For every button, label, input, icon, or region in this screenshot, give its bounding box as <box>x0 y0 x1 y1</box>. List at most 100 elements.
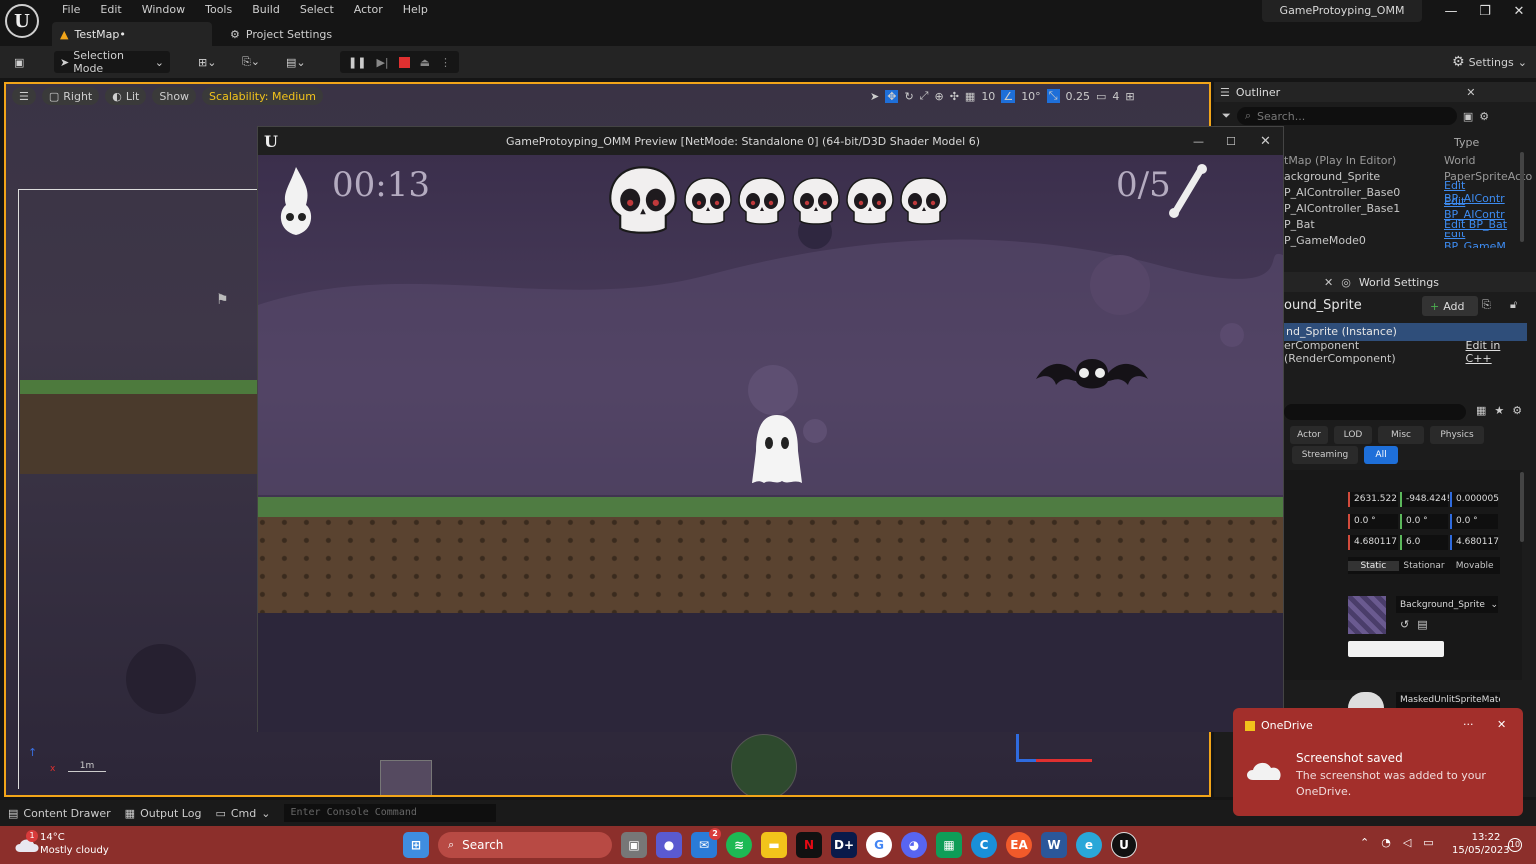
component-row[interactable]: erComponent (RenderComponent) Edit in C+… <box>1284 339 1527 365</box>
rotation-snap-icon[interactable]: ∠ <box>1001 89 1016 103</box>
rotation-z-field[interactable]: 0.0 ° <box>1450 514 1498 529</box>
camera-speed-value[interactable]: 4 <box>1112 90 1119 103</box>
tab-testmap[interactable]: ▲ TestMap• <box>52 22 212 46</box>
add-component-button[interactable]: + Add <box>1422 296 1478 316</box>
menu-window[interactable]: Window <box>132 2 195 18</box>
star-icon[interactable]: ★ <box>1494 404 1504 417</box>
scale-snap-icon[interactable]: ⤡ <box>1046 89 1060 103</box>
notification-count-badge[interactable]: 10 <box>1508 838 1522 852</box>
rotation-y-field[interactable]: 0.0 ° <box>1400 514 1448 529</box>
layout-icon[interactable]: ⊞ <box>1125 90 1134 103</box>
transform-gizmo-icon[interactable] <box>1016 734 1036 762</box>
word-icon[interactable]: W <box>1041 832 1067 858</box>
unreal-logo-icon[interactable]: U <box>5 4 39 38</box>
grid-snap-value[interactable]: 10 <box>981 90 995 103</box>
netflix-icon[interactable]: N <box>796 832 822 858</box>
restore-icon[interactable]: ❐ <box>1468 0 1502 24</box>
filter-actor[interactable]: Actor <box>1290 426 1328 444</box>
close-icon[interactable]: ✕ <box>1324 276 1333 289</box>
select-tool-icon[interactable]: ➤ <box>870 90 879 103</box>
taskbar-search[interactable]: ⌕ Search <box>438 832 612 858</box>
location-x-field[interactable]: 2631.522 <box>1348 492 1398 507</box>
settings-button[interactable]: ⚙ Settings ⌄ <box>1446 51 1533 73</box>
rotate-tool-icon[interactable]: ↻ <box>904 90 913 103</box>
world-icon[interactable]: ⊕ <box>934 90 943 103</box>
surface-snap-icon[interactable]: ✣ <box>950 90 959 103</box>
minimize-icon[interactable]: — <box>1193 135 1204 148</box>
console-input[interactable]: Enter Console Command <box>284 804 497 822</box>
mobility-static[interactable]: Static <box>1348 560 1399 571</box>
row-type-link[interactable]: Edit BP_GameM <box>1444 232 1524 248</box>
x-axis-arrow[interactable] <box>1036 759 1092 762</box>
cmd-dropdown[interactable]: ▭ Cmd ⌄ <box>215 807 270 820</box>
menu-build[interactable]: Build <box>242 2 290 18</box>
mail-icon[interactable]: ✉ 2 <box>691 828 721 858</box>
row-type-link[interactable]: Edit BP_Bat <box>1444 218 1524 231</box>
player-start-icon[interactable]: ⚑ <box>216 292 229 308</box>
filter-lod[interactable]: LOD <box>1334 426 1372 444</box>
teams-icon[interactable]: ● <box>656 832 682 858</box>
viewport-menu-icon[interactable]: ☰ <box>12 87 36 105</box>
rotation-snap-value[interactable]: 10° <box>1021 90 1041 103</box>
grid-snap-icon[interactable]: ▦ <box>965 90 975 103</box>
game-preview-window[interactable]: U GameProtoyping_OMM Preview [NetMode: S… <box>257 126 1284 732</box>
scale-x-field[interactable]: 4.680117 <box>1348 535 1398 550</box>
blueprint-convert-icon[interactable]: ⎘ <box>1482 298 1491 312</box>
menu-edit[interactable]: Edit <box>90 2 131 18</box>
output-log-button[interactable]: ▦ Output Log <box>125 807 202 820</box>
browse-icon[interactable]: ▤ <box>1417 618 1427 631</box>
scale-tool-icon[interactable]: ⤢ <box>920 89 929 103</box>
chevron-up-icon[interactable]: ⌃ <box>1360 836 1369 849</box>
filter-misc[interactable]: Misc <box>1378 426 1424 444</box>
clock-date[interactable]: 15/05/2023 <box>1452 845 1510 856</box>
sprite-dropdown[interactable]: Background_Sprite ⌄ <box>1396 596 1498 613</box>
tab-project-settings[interactable]: ⚙ Project Settings <box>222 22 332 46</box>
menu-select[interactable]: Select <box>290 2 344 18</box>
grid-view-icon[interactable]: ▦ <box>1476 404 1486 417</box>
more-icon[interactable]: ··· <box>1463 718 1474 731</box>
content-drawer-button[interactable]: ▤ Content Drawer <box>8 807 111 820</box>
windows-start-icon[interactable]: ⊞ <box>403 832 429 858</box>
scalability-button[interactable]: Scalability: Medium <box>202 87 323 105</box>
bat-sprite-preview[interactable] <box>731 734 797 795</box>
cinematics-icon[interactable]: ▤⌄ <box>280 51 312 73</box>
folder-icon[interactable]: ▣ <box>1463 110 1473 123</box>
filter-icon[interactable]: ⏷ <box>1222 109 1231 123</box>
menu-actor[interactable]: Actor <box>344 2 393 18</box>
filter-all[interactable]: All <box>1364 446 1398 464</box>
mobility-stationary[interactable]: Stationar <box>1399 561 1450 571</box>
scale-z-field[interactable]: 4.680117 <box>1450 535 1499 550</box>
weather-temp[interactable]: 14°C <box>40 832 65 843</box>
save-icon[interactable]: ▣ <box>8 51 30 73</box>
camera-speed-icon[interactable]: ▭ <box>1096 90 1106 103</box>
discord-icon[interactable]: ◕ <box>901 832 927 858</box>
tab-world-settings[interactable]: World Settings <box>1359 276 1439 289</box>
move-tool-icon[interactable]: ✥ <box>885 89 899 103</box>
volume-icon[interactable]: ◁ <box>1403 836 1411 849</box>
sprite-thumbnail[interactable] <box>1348 596 1386 634</box>
clock-time[interactable]: 13:22 <box>1466 832 1506 843</box>
game-scene[interactable]: 00:13 0/5 <box>258 155 1283 732</box>
gear-icon[interactable]: ⚙ <box>1512 404 1522 417</box>
blueprint-icon[interactable]: ⎘⌄ <box>236 51 266 73</box>
edit-cpp-link[interactable]: Edit in C++ <box>1466 339 1527 365</box>
onedrive-notification[interactable]: OneDrive ··· ✕ Screenshot saved The scre… <box>1233 708 1523 816</box>
outliner-tab[interactable]: ☰ Outliner ✕ <box>1214 82 1536 102</box>
ghost-sprite-preview[interactable] <box>380 760 432 795</box>
lock-icon[interactable]: 🔓︎ <box>1510 298 1517 312</box>
spotify-icon[interactable]: ≋ <box>726 832 752 858</box>
wifi-icon[interactable]: ◔ <box>1381 836 1391 849</box>
close-icon[interactable]: ✕ <box>1260 134 1271 149</box>
scale-snap-value[interactable]: 0.25 <box>1066 90 1091 103</box>
close-icon[interactable]: ✕ <box>1497 718 1506 731</box>
game-window-titlebar[interactable]: U GameProtoyping_OMM Preview [NetMode: S… <box>258 127 1283 155</box>
eject-icon[interactable]: ⏏ <box>420 56 430 69</box>
menu-tools[interactable]: Tools <box>195 2 242 18</box>
step-icon[interactable]: ▶| <box>376 56 388 69</box>
outliner-scrollbar[interactable] <box>1520 152 1524 242</box>
material-thumbnail[interactable] <box>1348 692 1384 708</box>
task-view-icon[interactable]: ▣ <box>621 832 647 858</box>
weather-desc[interactable]: Mostly cloudy <box>40 845 109 856</box>
edge-dev-icon[interactable]: C <box>971 832 997 858</box>
outliner-search-input[interactable]: ⌕ Search... <box>1236 107 1457 125</box>
